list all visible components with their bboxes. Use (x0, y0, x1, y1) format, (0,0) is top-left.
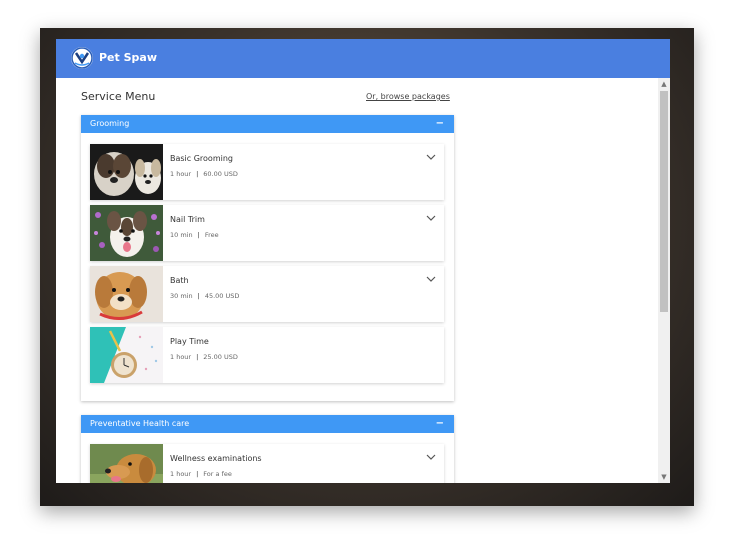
section-clip: Preventative Health care − Wellness exam… (56, 412, 658, 483)
pet-spaw-logo-icon[interactable] (71, 47, 93, 69)
service-duration: 1 hour (170, 470, 192, 478)
dog-photo-thumbnail (90, 205, 163, 261)
service-price: 45.00 USD (204, 292, 240, 300)
service-meta: 10 min | Free (170, 231, 219, 240)
chevron-down-icon[interactable] (426, 275, 436, 283)
clock-photo-thumbnail (90, 327, 163, 383)
meta-separator: | (196, 353, 199, 361)
section-header-grooming[interactable]: Grooming − (81, 115, 454, 133)
section-grooming: Grooming − Basic Grooming 1 hour | 60.00… (81, 115, 454, 401)
browse-packages-link[interactable]: Or, browse packages (366, 91, 450, 102)
collapse-minus-icon[interactable]: − (436, 118, 444, 129)
meta-separator: | (196, 470, 199, 478)
service-duration: 30 min (170, 292, 193, 300)
service-meta: 1 hour | 25.00 USD (170, 353, 238, 362)
service-duration: 1 hour (170, 353, 192, 361)
service-card-wellness-examinations[interactable]: Wellness examinations 1 hour | For a fee (90, 444, 444, 483)
puppy-photo-thumbnail (90, 266, 163, 322)
section-title: Preventative Health care (90, 419, 190, 428)
service-name: Play Time (170, 337, 209, 346)
scroll-thumb[interactable] (660, 91, 668, 312)
service-duration: 10 min (170, 231, 193, 239)
meta-separator: | (197, 231, 200, 239)
service-name: Wellness examinations (170, 454, 262, 463)
service-name: Bath (170, 276, 189, 285)
page-title: Service Menu (81, 90, 156, 103)
chevron-down-icon[interactable] (426, 153, 436, 161)
service-name: Basic Grooming (170, 154, 233, 163)
scroll-down-arrow-icon[interactable]: ▼ (660, 473, 668, 481)
service-card-bath[interactable]: Bath 30 min | 45.00 USD (90, 266, 444, 322)
service-name: Nail Trim (170, 215, 205, 224)
collapse-minus-icon[interactable]: − (436, 418, 444, 429)
service-price: For a fee (203, 470, 232, 478)
meta-separator: | (197, 292, 200, 300)
service-price: 60.00 USD (203, 170, 238, 178)
service-card-nail-trim[interactable]: Nail Trim 10 min | Free (90, 205, 444, 261)
chevron-down-icon[interactable] (426, 453, 436, 461)
service-meta: 1 hour | For a fee (170, 470, 232, 479)
service-price: Free (204, 231, 219, 239)
service-card-basic-grooming[interactable]: Basic Grooming 1 hour | 60.00 USD (90, 144, 444, 200)
dogs-photo-thumbnail (90, 144, 163, 200)
service-card-play-time[interactable]: Play Time 1 hour | 25.00 USD (90, 327, 444, 383)
section-title: Grooming (90, 119, 130, 128)
chevron-down-icon[interactable] (426, 214, 436, 222)
scroll-up-arrow-icon[interactable]: ▲ (660, 80, 668, 88)
brand-name[interactable]: Pet Spaw (99, 51, 157, 65)
section-header-preventative-health-care[interactable]: Preventative Health care − (81, 415, 454, 433)
service-duration: 1 hour (170, 170, 192, 178)
screenshot-stage: Pet Spaw ▲ ▼ Service Menu Or, browse pac… (0, 0, 733, 550)
app-header: Pet Spaw (56, 39, 670, 78)
service-price: 25.00 USD (203, 353, 238, 361)
service-meta: 1 hour | 60.00 USD (170, 170, 238, 179)
vertical-scrollbar[interactable]: ▲ ▼ (658, 78, 670, 483)
meta-separator: | (196, 170, 199, 178)
section-preventative-health-care: Preventative Health care − Wellness exam… (81, 415, 454, 483)
service-meta: 30 min | 45.00 USD (170, 292, 239, 301)
dog-photo-thumbnail (90, 444, 163, 483)
